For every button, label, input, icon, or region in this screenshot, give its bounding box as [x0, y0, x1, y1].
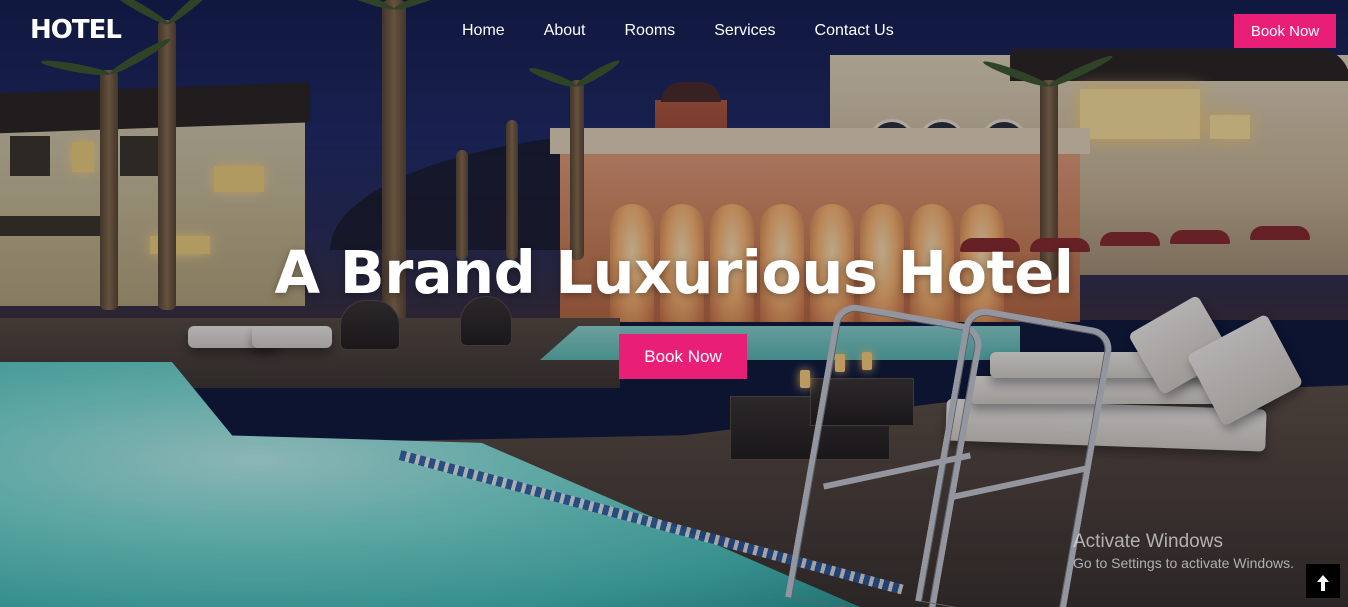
nav-contact-us[interactable]: Contact Us — [815, 22, 894, 40]
hero-title: A Brand Luxurious Hotel — [274, 238, 1074, 307]
hero-book-now-button[interactable]: Book Now — [619, 334, 747, 379]
nav-services[interactable]: Services — [714, 22, 775, 40]
arrow-up-icon — [1316, 569, 1330, 593]
site-logo[interactable]: HOTEL — [30, 15, 122, 45]
activate-windows-watermark: Activate Windows Go to Settings to activ… — [1073, 531, 1294, 571]
nav-about[interactable]: About — [544, 22, 586, 40]
nav-home[interactable]: Home — [462, 22, 505, 40]
nav-rooms[interactable]: Rooms — [625, 22, 676, 40]
watermark-subtitle: Go to Settings to activate Windows. — [1073, 555, 1294, 571]
scroll-to-top-button[interactable] — [1306, 564, 1340, 598]
watermark-title: Activate Windows — [1073, 531, 1223, 552]
site-header: HOTEL Home About Rooms Services Contact … — [0, 0, 1348, 64]
header-book-now-button[interactable]: Book Now — [1234, 14, 1336, 48]
main-nav: Home About Rooms Services Contact Us — [462, 22, 894, 40]
